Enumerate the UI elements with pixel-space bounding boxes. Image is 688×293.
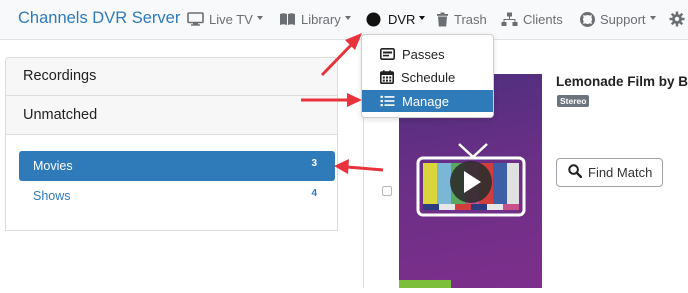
nav-dvr-label: DVR [388,11,416,27]
nav-support[interactable]: Support [580,0,656,38]
chevron-down-icon [649,16,656,20]
nav-clients[interactable]: Clients [501,0,563,38]
search-icon [557,164,588,181]
book-icon [279,12,296,26]
progress-stripe [399,280,451,288]
nav-live-tv[interactable]: Live TV [187,0,263,38]
menu-item-passes[interactable]: Passes [362,43,493,65]
count-badge: 3 [311,158,317,169]
unmatched-list: Movies 3 Shows 4 [5,135,338,231]
unmatched-panel[interactable]: Unmatched [5,95,338,135]
nav-library-label: Library [301,11,341,27]
nav-support-label: Support [600,11,646,27]
nav-trash[interactable]: Trash [436,0,487,38]
brand-title[interactable]: Channels DVR Server [18,9,180,28]
sidebar-item-movies[interactable]: Movies 3 [19,151,335,181]
list-icon [362,95,402,107]
recordings-panel[interactable]: Recordings [5,57,338,96]
nav-trash-label: Trash [454,11,487,27]
menu-item-label: Schedule [401,69,456,85]
gear-icon [669,11,685,27]
find-match-button[interactable]: Find Match [556,158,663,187]
chevron-down-icon [256,16,263,20]
menu-item-manage[interactable]: Manage [362,90,493,112]
sidebar-item-label: Movies [33,159,73,173]
nav-settings[interactable] [669,0,685,38]
calendar-icon [362,70,401,84]
network-icon [501,12,518,27]
monitor-icon [187,12,204,26]
movie-title[interactable]: Lemonade Film by Be [556,74,688,89]
nav-library[interactable]: Library [279,0,351,38]
menu-item-schedule[interactable]: Schedule [362,66,493,88]
top-navbar: Channels DVR Server Live TV Library DVR … [0,0,688,40]
select-checkbox[interactable] [382,186,392,196]
count-badge: 4 [311,188,317,199]
chevron-down-icon [344,16,351,20]
menu-item-label: Manage [402,93,449,109]
recordings-heading: Recordings [23,68,97,84]
sidebar-item-label: Shows [33,189,71,203]
pass-icon [362,48,402,60]
find-match-label: Find Match [588,165,653,180]
lifebuoy-icon [580,11,595,27]
record-icon [366,12,381,27]
nav-live-tv-label: Live TV [209,11,253,27]
chevron-down-icon [419,16,426,20]
unmatched-heading: Unmatched [23,107,98,123]
trash-icon [436,12,449,27]
dvr-dropdown-menu: Passes Schedule Manage [361,34,494,118]
nav-dvr[interactable]: DVR [366,0,426,38]
menu-item-label: Passes [402,46,445,62]
sidebar-item-shows[interactable]: Shows 4 [19,181,335,211]
nav-clients-label: Clients [523,11,563,27]
audio-badge: Stereo [557,95,590,107]
